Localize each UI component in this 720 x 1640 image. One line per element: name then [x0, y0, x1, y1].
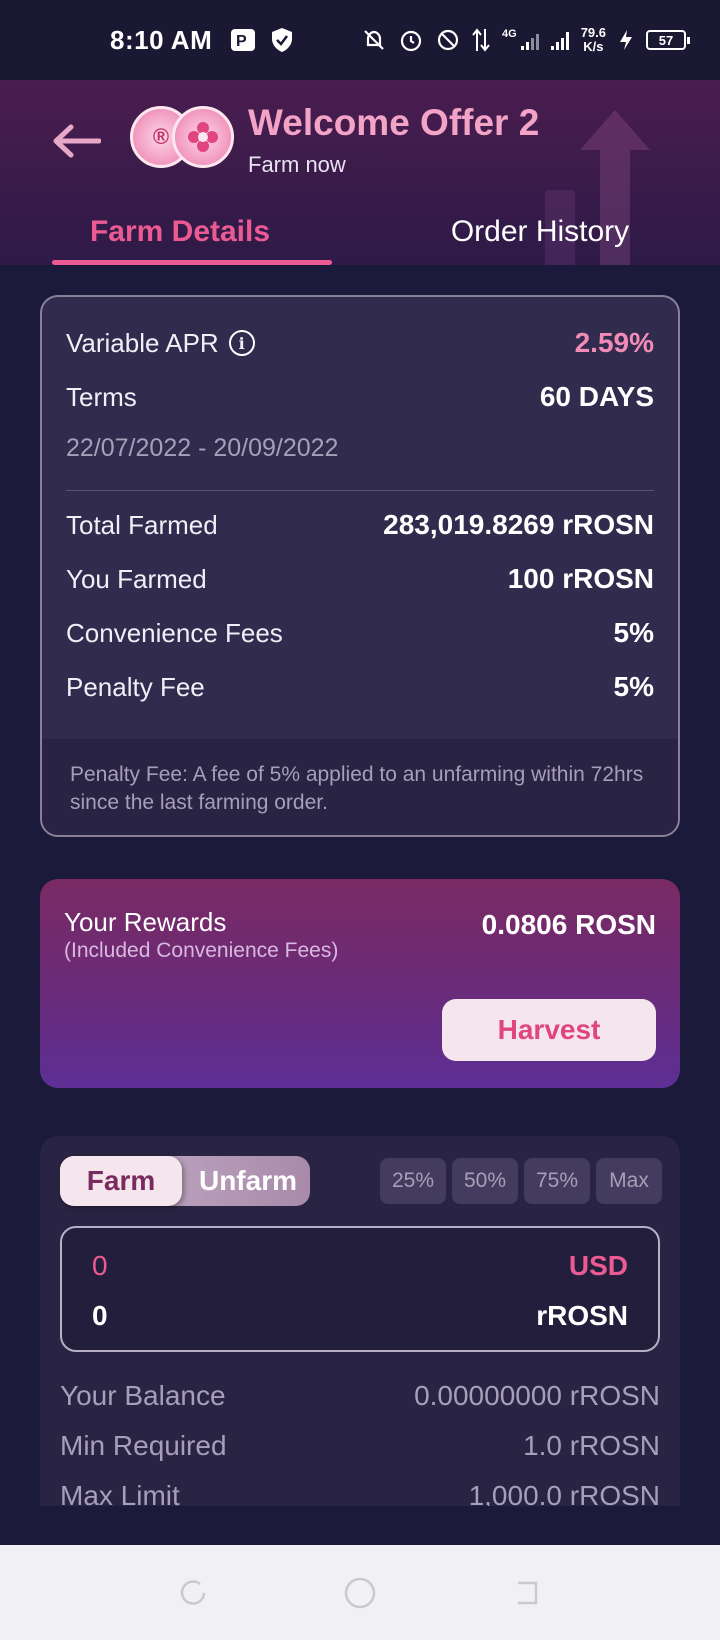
status-time: 8:10 AM: [110, 24, 213, 55]
apr-value: 2.59%: [574, 327, 654, 358]
recents-button[interactable]: [173, 1573, 213, 1613]
signal-icon: [520, 30, 539, 50]
balance-row: Your Balance 0.00000000 rROSN: [60, 1380, 660, 1412]
max-limit-value: 1,000.0 rROSN: [468, 1480, 660, 1506]
max-limit-label: Max Limit: [60, 1480, 180, 1506]
min-required-row: Min Required 1.0 rROSN: [60, 1430, 660, 1462]
status-left-icons: P: [230, 27, 294, 53]
apr-row: Variable APR i 2.59%: [66, 327, 654, 359]
unfarm-toggle-button[interactable]: Unfarm: [186, 1156, 310, 1206]
balance-label: Your Balance: [60, 1380, 226, 1411]
min-required-label: Min Required: [60, 1430, 227, 1461]
data-arrows-icon: [472, 28, 490, 52]
flower-icon: [188, 122, 218, 152]
balance-value: 0.00000000 rROSN: [414, 1380, 660, 1411]
percent-75-button[interactable]: 75%: [524, 1158, 590, 1204]
status-bar: 8:10 AM P 4G 79.6 K/s 57: [0, 0, 720, 80]
penalty-fee-row: Penalty Fee 5%: [66, 671, 654, 703]
network-type: 4G: [502, 28, 517, 40]
usd-amount: 0: [92, 1250, 108, 1281]
charging-icon: [620, 30, 632, 50]
bell-off-icon: [364, 30, 384, 50]
back-nav-icon: [517, 1581, 537, 1604]
token-logo-b: [172, 106, 234, 168]
tab-farm-details[interactable]: Farm Details: [0, 198, 360, 265]
back-button[interactable]: [48, 116, 104, 166]
rewards-card: Your Rewards (Included Convenience Fees)…: [40, 879, 680, 1088]
tab-order-history[interactable]: Order History: [360, 198, 720, 265]
rewards-value: 0.0806 ROSN: [481, 909, 656, 940]
page-subtitle: Farm now: [248, 152, 346, 177]
token-unit: rROSN: [536, 1300, 628, 1331]
back-arrow-icon: [53, 124, 101, 158]
parking-icon: P: [231, 29, 256, 51]
svg-text:P: P: [236, 33, 247, 50]
total-farmed-row: Total Farmed 283,019.8269 rROSN: [66, 509, 654, 541]
recents-icon: [181, 1579, 206, 1605]
min-required-value: 1.0 rROSN: [523, 1430, 660, 1461]
info-icon[interactable]: i: [228, 330, 255, 356]
farm-form-card: Farm Unfarm 25% 50% 75% Max 0 USD 0 rROS…: [40, 1136, 680, 1506]
alarm-icon: [400, 30, 422, 52]
percent-25-button[interactable]: 25%: [380, 1158, 446, 1204]
terms-value: 60 DAYS: [539, 381, 654, 412]
convenience-fees-value: 5%: [613, 617, 654, 648]
header: ® Welcome Offer 2 Farm now Farm Details …: [0, 80, 720, 265]
divider: [66, 490, 654, 491]
harvest-button[interactable]: Harvest: [442, 999, 656, 1061]
back-nav-button[interactable]: [507, 1573, 547, 1613]
dnd-icon: [437, 29, 459, 51]
amount-input[interactable]: 0 USD 0 rROSN: [60, 1226, 660, 1352]
home-icon: [344, 1577, 376, 1608]
token-amount[interactable]: 0: [92, 1300, 108, 1332]
system-nav-bar: [0, 1545, 720, 1640]
date-range: 22/07/2022 - 20/09/2022: [66, 434, 339, 462]
farm-toggle-button[interactable]: Farm: [60, 1156, 182, 1206]
you-farmed-value: 100 rROSN: [507, 563, 654, 594]
you-farmed-label: You Farmed: [66, 563, 207, 594]
percent-buttons: 25% 50% 75% Max: [380, 1158, 662, 1204]
farm-details-card: Variable APR i 2.59% Terms 60 DAYS 22/07/…: [40, 295, 680, 837]
penalty-fee-label: Penalty Fee: [66, 671, 205, 702]
terms-row: Terms 60 DAYS: [66, 381, 654, 413]
home-button[interactable]: [340, 1573, 380, 1613]
network-speed: 79.6 K/s: [580, 25, 606, 54]
penalty-note: Penalty Fee: A fee of 5% applied to an u…: [42, 739, 678, 835]
penalty-fee-value: 5%: [613, 671, 654, 702]
battery-icon: 57: [646, 30, 690, 50]
farm-unfarm-toggle[interactable]: Farm Unfarm: [60, 1156, 310, 1206]
shield-icon: [272, 28, 293, 52]
apr-label: Variable APR: [66, 327, 219, 358]
rewards-sublabel: (Included Convenience Fees): [64, 939, 339, 962]
max-limit-row: Max Limit 1,000.0 rROSN: [60, 1480, 660, 1506]
status-right-icons: 4G 79.6 K/s 57: [362, 25, 690, 54]
token-logos: ®: [130, 106, 234, 168]
usd-unit: USD: [568, 1250, 628, 1281]
terms-label: Terms: [66, 381, 137, 412]
total-farmed-label: Total Farmed: [66, 509, 218, 540]
you-farmed-row: You Farmed 100 rROSN: [66, 563, 654, 595]
rewards-label: Your Rewards: [64, 907, 227, 937]
tab-bar: Farm Details Order History: [0, 198, 720, 265]
convenience-fees-label: Convenience Fees: [66, 617, 283, 648]
percent-max-button[interactable]: Max: [596, 1158, 662, 1204]
percent-50-button[interactable]: 50%: [452, 1158, 518, 1204]
page-title: Welcome Offer 2: [248, 102, 540, 143]
signal-icon-2: [550, 30, 569, 50]
total-farmed-value: 283,019.8269 rROSN: [383, 509, 654, 540]
convenience-fees-row: Convenience Fees 5%: [66, 617, 654, 649]
